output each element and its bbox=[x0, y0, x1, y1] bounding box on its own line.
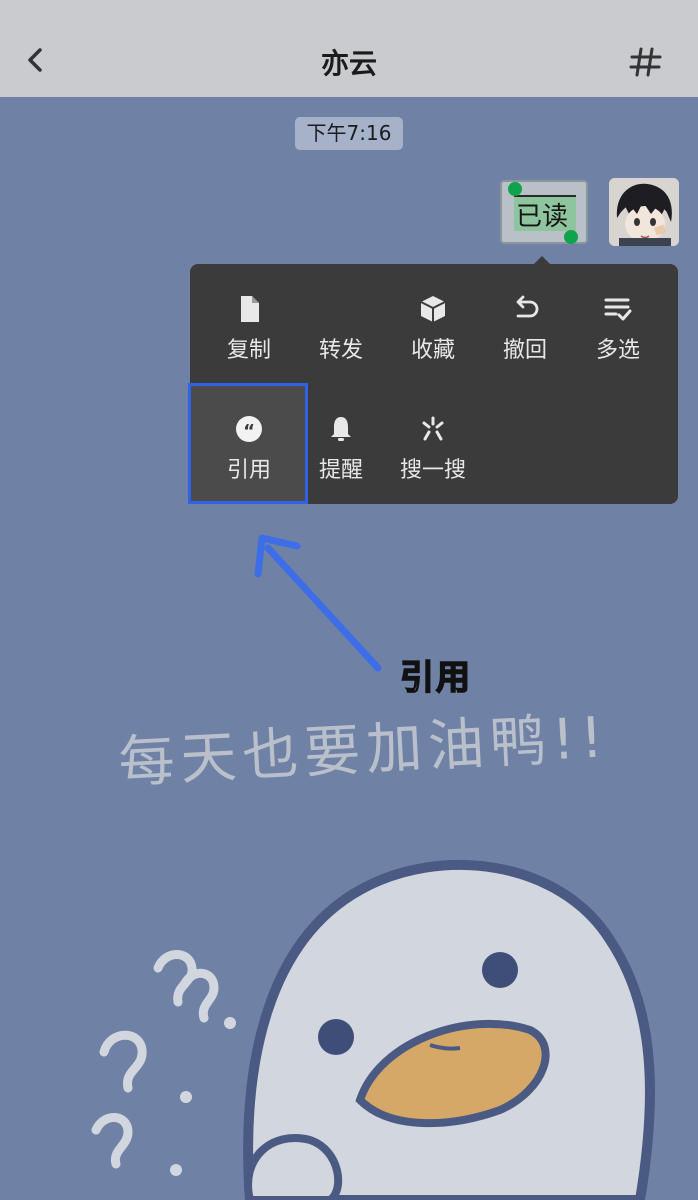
selection-handle-start[interactable] bbox=[508, 182, 522, 196]
menu-item-remind[interactable]: 提醒 bbox=[295, 386, 387, 496]
menu-item-label: 引用 bbox=[226, 458, 271, 483]
message-text: 已读 bbox=[516, 202, 569, 232]
menu-item-label: 撤回 bbox=[502, 338, 547, 363]
search-spark-icon bbox=[422, 416, 444, 441]
menu-item-search[interactable]: 搜一搜 bbox=[387, 386, 479, 496]
message-bubble[interactable]: 已读 bbox=[500, 180, 588, 244]
wallpaper-illustration bbox=[91, 534, 655, 1200]
selection-handle-end[interactable] bbox=[564, 230, 578, 244]
menu-item-label: 复制 bbox=[226, 338, 271, 363]
copy-file-icon bbox=[241, 296, 259, 322]
quote-icon: “ bbox=[236, 416, 262, 442]
avatar[interactable] bbox=[609, 178, 679, 246]
bell-icon bbox=[331, 417, 351, 441]
menu-item-recall[interactable]: 撤回 bbox=[479, 266, 571, 376]
multi-select-icon bbox=[604, 298, 632, 321]
menu-item-label: 多选 bbox=[595, 338, 640, 363]
menu-item-favorite[interactable]: 收藏 bbox=[387, 266, 479, 376]
menu-item-label: 收藏 bbox=[410, 338, 455, 363]
wallpaper-slogan: 每天也要加油鸭!! bbox=[116, 705, 611, 796]
menu-item-forward[interactable]: 转发 bbox=[295, 266, 387, 376]
menu-item-copy[interactable]: 复制 bbox=[203, 266, 295, 376]
menu-item-label: 提醒 bbox=[318, 458, 363, 483]
menu-item-quote[interactable]: “ 引用 bbox=[203, 386, 295, 496]
hash-icon[interactable] bbox=[628, 46, 664, 78]
top-navigation-bar: 亦云 bbox=[0, 0, 698, 97]
svg-text:“: “ bbox=[243, 421, 255, 442]
message-timestamp: 下午7:16 bbox=[295, 117, 403, 150]
menu-item-multi-select[interactable]: 多选 bbox=[572, 266, 664, 376]
menu-item-label: 转发 bbox=[318, 338, 363, 363]
favorite-box-icon bbox=[420, 296, 446, 322]
chat-title: 亦云 bbox=[320, 47, 377, 80]
undo-icon bbox=[516, 295, 539, 318]
annotation-label: 引用 bbox=[399, 657, 472, 699]
menu-item-label: 搜一搜 bbox=[399, 458, 466, 483]
